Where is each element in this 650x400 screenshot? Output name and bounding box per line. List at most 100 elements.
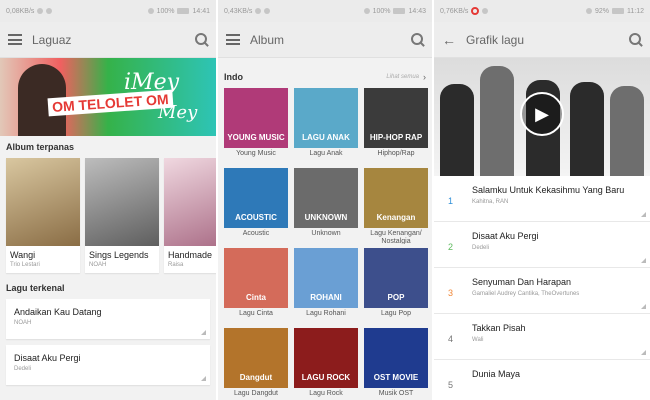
genre-tile[interactable]: Cinta Lagu Cinta bbox=[224, 248, 288, 324]
genre-art: OST MOVIE bbox=[364, 328, 428, 388]
alarm-icon bbox=[363, 8, 370, 14]
back-arrow-icon[interactable]: ← bbox=[442, 32, 456, 48]
album-name: Wangi bbox=[10, 250, 36, 260]
genre-art-text: Dangdut bbox=[239, 373, 273, 382]
song-name: Andaikan Kau Datang bbox=[14, 307, 102, 317]
chart-rank: 4 bbox=[448, 334, 454, 344]
genre-art-text: LAGU ROCK bbox=[301, 373, 351, 382]
more-icon[interactable] bbox=[641, 304, 646, 309]
screen-home: 0,08KB/s 100% 14:41 Laguaz OM TELOLET OM… bbox=[0, 0, 216, 400]
bluetooth-icon bbox=[255, 8, 262, 14]
genre-label: Lagu Rock bbox=[309, 390, 343, 397]
clock: 14:43 bbox=[408, 7, 426, 15]
chevron-right-icon[interactable]: › bbox=[423, 72, 426, 82]
search-icon[interactable] bbox=[629, 33, 642, 46]
notification-icon bbox=[471, 7, 480, 15]
chart-row[interactable]: 2 Disaat Aku Pergi Dedeli bbox=[434, 222, 650, 268]
genre-art-text: ACOUSTIC bbox=[235, 213, 277, 222]
bluetooth-icon bbox=[37, 8, 44, 14]
song-chart-list: 1 Salamku Untuk Kekasihmu Yang Baru Kahi… bbox=[434, 176, 650, 400]
song-name: Disaat Aku Pergi bbox=[472, 231, 539, 241]
section-title-popular-songs: Lagu terkenal bbox=[6, 283, 65, 293]
more-icon[interactable] bbox=[201, 330, 206, 335]
chart-rank: 2 bbox=[448, 242, 454, 252]
search-icon[interactable] bbox=[411, 33, 424, 46]
genre-tile[interactable]: OST MOVIE Musik OST bbox=[364, 328, 428, 400]
play-icon[interactable]: ▶ bbox=[520, 92, 564, 136]
chart-row[interactable]: 3 Senyuman Dan Harapan Gamaliel Audrey C… bbox=[434, 268, 650, 314]
menu-icon[interactable] bbox=[226, 34, 240, 45]
genre-tile[interactable]: YOUNG MUSIC Young Music bbox=[224, 88, 288, 164]
chart-row[interactable]: 4 Takkan Pisah Wali bbox=[434, 314, 650, 360]
clock: 14:41 bbox=[192, 7, 210, 15]
song-artist: Gamaliel Audrey Cantika, TheOvertunes bbox=[472, 291, 580, 297]
genre-label: Lagu Kenangan/ Nostalgia bbox=[370, 230, 422, 244]
genre-tile[interactable]: HIP-HOP RAP Hiphop/Rap bbox=[364, 88, 428, 164]
album-card[interactable]: Handmade Raisa bbox=[164, 158, 216, 273]
album-cover bbox=[85, 158, 159, 246]
song-name: Takkan Pisah bbox=[472, 323, 526, 333]
genre-tile[interactable]: LAGU ANAK Lagu Anak bbox=[294, 88, 358, 164]
battery-icon bbox=[393, 8, 406, 14]
genre-tile[interactable]: UNKNOWN Unknown bbox=[294, 168, 358, 244]
album-artist: Raisa bbox=[168, 262, 184, 268]
genre-tile[interactable]: POP Lagu Pop bbox=[364, 248, 428, 324]
genre-art: LAGU ROCK bbox=[294, 328, 358, 388]
battery-percent: 100% bbox=[372, 7, 391, 15]
album-card[interactable]: Wangi Trio Lestari bbox=[6, 158, 80, 273]
album-carousel: Wangi Trio Lestari Sings Legends NOAH Ha… bbox=[0, 152, 216, 273]
genre-art: ROHANI bbox=[294, 248, 358, 308]
more-icon[interactable] bbox=[201, 376, 206, 381]
album-cover bbox=[6, 158, 80, 246]
genre-tile[interactable]: ROHANI Lagu Rohani bbox=[294, 248, 358, 324]
genre-art-text: HIP-HOP RAP bbox=[369, 133, 423, 142]
band-member-figure bbox=[480, 66, 514, 176]
genre-art-text: POP bbox=[387, 293, 405, 302]
section-title-albums: Album terpanas bbox=[6, 142, 75, 152]
app-bar: Album bbox=[218, 22, 432, 58]
genre-label: Musik OST bbox=[378, 390, 414, 397]
album-card[interactable]: Sings Legends NOAH bbox=[85, 158, 159, 273]
song-artist: Dedeli bbox=[472, 245, 490, 251]
genre-label: Lagu Pop bbox=[381, 310, 411, 317]
more-icon[interactable] bbox=[641, 212, 646, 217]
genre-tile[interactable]: Kenangan Lagu Kenangan/ Nostalgia bbox=[364, 168, 428, 244]
alarm-icon bbox=[147, 8, 154, 14]
genre-art-text: UNKNOWN bbox=[304, 213, 348, 222]
list-item[interactable]: Andaikan Kau Datang NOAH bbox=[6, 299, 210, 339]
network-speed: 0,76KB/s bbox=[440, 7, 469, 15]
chart-row[interactable]: 1 Salamku Untuk Kekasihmu Yang Baru Kahi… bbox=[434, 176, 650, 222]
genre-label: Lagu Anak bbox=[309, 150, 343, 157]
genre-tile[interactable]: Dangdut Lagu Dangdut bbox=[224, 328, 288, 400]
chat-icon bbox=[482, 8, 489, 14]
banner-text-right-1: iMey bbox=[124, 70, 180, 95]
song-artist: NOAH bbox=[14, 320, 32, 326]
battery-icon bbox=[177, 8, 190, 14]
genre-art: POP bbox=[364, 248, 428, 308]
more-icon[interactable] bbox=[641, 350, 646, 355]
see-all-link[interactable]: Lihat semua bbox=[386, 74, 419, 80]
list-item[interactable]: Disaat Aku Pergi Dedeli bbox=[6, 345, 210, 385]
album-cover bbox=[164, 158, 216, 246]
promo-banner[interactable]: OM TELOLET OM iMey Mey bbox=[0, 58, 216, 136]
genre-art: YOUNG MUSIC bbox=[224, 88, 288, 148]
more-icon[interactable] bbox=[641, 258, 646, 263]
genre-art: Dangdut bbox=[224, 328, 288, 388]
genre-label: Acoustic bbox=[242, 230, 270, 237]
album-name: Sings Legends bbox=[89, 250, 149, 260]
song-artist: Wali bbox=[472, 337, 484, 343]
chat-icon bbox=[46, 8, 53, 14]
clock: 11:12 bbox=[627, 7, 644, 15]
popular-song-list: Andaikan Kau Datang NOAH Disaat Aku Perg… bbox=[0, 299, 216, 385]
video-thumbnail[interactable]: ▶ bbox=[434, 58, 650, 176]
genre-tile[interactable]: ACOUSTIC Acoustic bbox=[224, 168, 288, 244]
menu-icon[interactable] bbox=[8, 34, 22, 45]
search-icon[interactable] bbox=[195, 33, 208, 46]
app-bar: ← Grafik lagu bbox=[434, 22, 650, 58]
genre-art-text: OST MOVIE bbox=[373, 373, 419, 382]
genre-art-text: Kenangan bbox=[376, 213, 416, 222]
chart-row[interactable]: 5 Dunia Maya bbox=[434, 360, 650, 400]
screen-album: 0,43KB/s 100% 14:43 Album Indo Lihat sem… bbox=[218, 0, 432, 400]
band-member-figure bbox=[610, 86, 644, 176]
genre-tile[interactable]: LAGU ROCK Lagu Rock bbox=[294, 328, 358, 400]
